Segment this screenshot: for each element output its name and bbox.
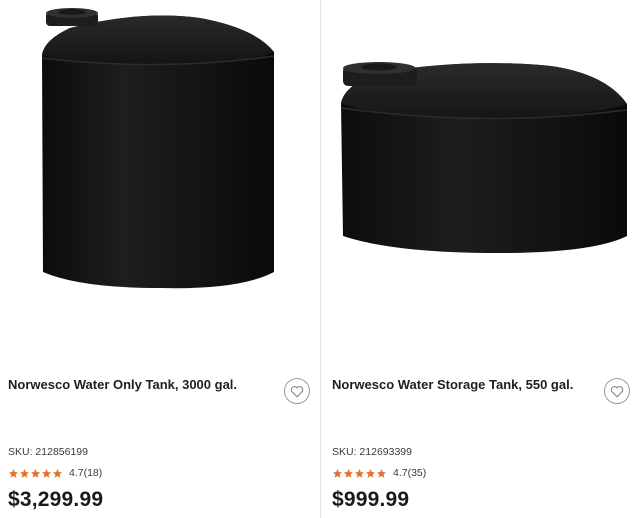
- product-price: $3,299.99: [8, 488, 104, 511]
- rating-stars: [332, 468, 387, 479]
- tall-water-tank-image: [41, 8, 275, 289]
- product-sku: SKU: 212856199: [8, 446, 88, 458]
- product-card[interactable]: Norwesco Water Only Tank, 3000 gal. SKU:…: [0, 0, 320, 518]
- product-rating[interactable]: 4.7(35): [332, 467, 426, 479]
- star-icon: [354, 468, 365, 478]
- product-title[interactable]: Norwesco Water Storage Tank, 550 gal.: [332, 377, 592, 393]
- star-icon: [19, 468, 30, 478]
- rating-text: 4.7(35): [393, 467, 427, 479]
- star-icon: [30, 468, 41, 478]
- product-card[interactable]: Norwesco Water Storage Tank, 550 gal. SK…: [320, 0, 640, 518]
- product-sku: SKU: 212693399: [332, 446, 412, 458]
- short-water-tank-image: [340, 62, 628, 254]
- star-icon: [41, 468, 52, 478]
- star-icon: [365, 468, 376, 478]
- rating-text: 4.7(18): [69, 467, 103, 479]
- star-icon: [8, 468, 19, 478]
- heart-icon: [610, 385, 624, 398]
- product-rating[interactable]: 4.7(18): [8, 467, 102, 479]
- product-image[interactable]: [0, 0, 320, 300]
- product-price: $999.99: [332, 488, 410, 511]
- star-icon: [343, 468, 354, 478]
- heart-icon: [290, 385, 304, 398]
- star-icon: [376, 468, 387, 478]
- favorite-button[interactable]: [284, 378, 310, 404]
- product-image[interactable]: [321, 0, 640, 300]
- star-icon: [52, 468, 63, 478]
- product-grid: Norwesco Water Only Tank, 3000 gal. SKU:…: [0, 0, 640, 518]
- favorite-button[interactable]: [604, 378, 630, 404]
- star-icon: [332, 468, 343, 478]
- product-title[interactable]: Norwesco Water Only Tank, 3000 gal.: [8, 377, 268, 393]
- rating-stars: [8, 468, 63, 479]
